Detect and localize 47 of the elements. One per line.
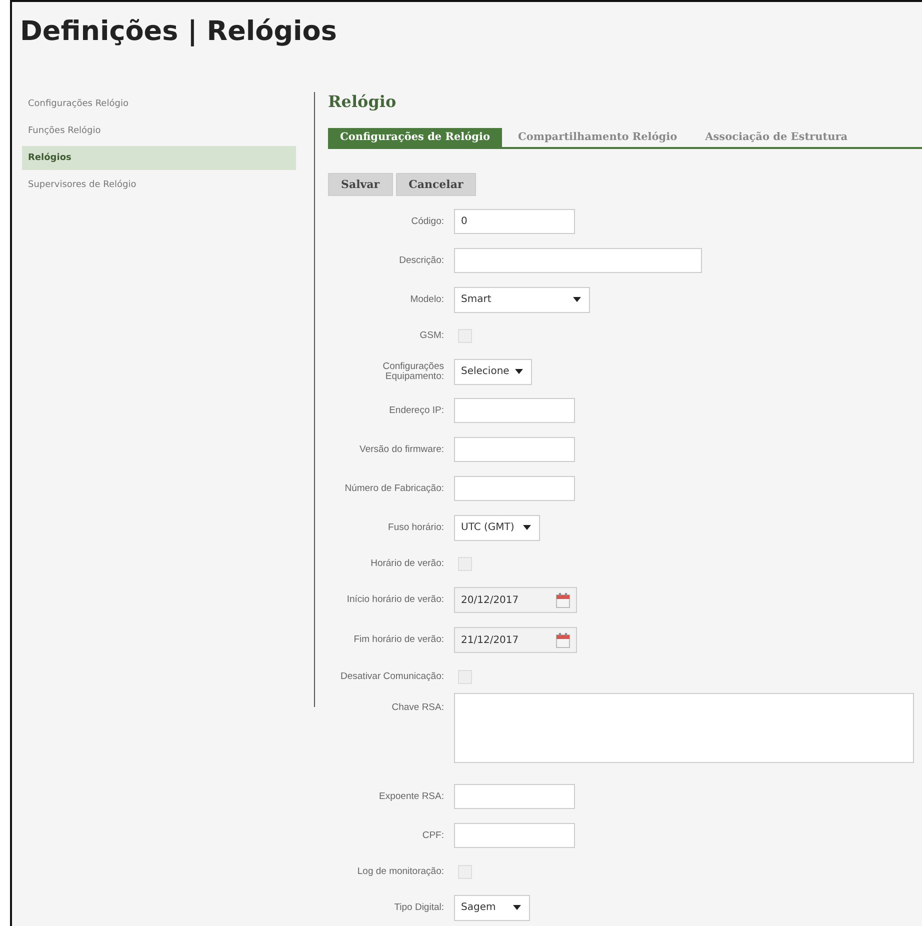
field-label: Tipo Digital: bbox=[393, 902, 444, 912]
field-label: Endereço IP: bbox=[388, 406, 444, 416]
text-field[interactable] bbox=[454, 476, 575, 501]
page-title: Definições | Relógios bbox=[19, 15, 338, 49]
cancel-button[interactable]: Cancelar bbox=[396, 173, 476, 196]
section-title: Relógio bbox=[328, 92, 398, 113]
field-label: Desativar Comunicação: bbox=[340, 672, 444, 682]
text-field[interactable] bbox=[454, 398, 575, 423]
text-field[interactable]: 0 bbox=[454, 209, 575, 234]
field-label: Log de monitoração: bbox=[356, 866, 444, 876]
field-label: Número de Fabricação: bbox=[344, 484, 444, 494]
field-label: Configurações Equipamento: bbox=[382, 362, 444, 382]
calendar-icon[interactable] bbox=[556, 632, 570, 648]
field-label: Fuso horário: bbox=[387, 522, 444, 532]
text-field[interactable] bbox=[454, 248, 702, 273]
field-label: Descrição: bbox=[398, 256, 444, 266]
text-area[interactable] bbox=[454, 693, 914, 763]
field-label: GSM: bbox=[418, 330, 444, 340]
field-label: Expoente RSA: bbox=[378, 792, 444, 802]
field-label: Fim horário de verão: bbox=[352, 635, 444, 645]
text-field[interactable] bbox=[454, 437, 575, 462]
dropdown[interactable]: Selecione bbox=[454, 358, 532, 384]
text-field[interactable] bbox=[454, 784, 575, 809]
dropdown[interactable]: UTC (GMT) bbox=[454, 514, 540, 540]
sidebar-item[interactable]: Funções Relógio bbox=[22, 119, 296, 143]
field-label: Código: bbox=[410, 216, 444, 226]
field-label: CPF: bbox=[421, 830, 444, 840]
dropdown[interactable]: Sagem bbox=[454, 894, 530, 920]
dropdown[interactable]: Smart bbox=[454, 286, 590, 312]
field-label: Chave RSA: bbox=[390, 703, 444, 713]
tab[interactable]: Configurações de Relógio bbox=[328, 128, 502, 147]
field-label: Horário de verão: bbox=[370, 558, 444, 568]
caret-icon bbox=[523, 525, 531, 530]
text-field[interactable] bbox=[454, 823, 575, 848]
caret-icon bbox=[513, 905, 521, 910]
save-button[interactable]: Salvar bbox=[328, 173, 393, 196]
date-field[interactable]: 20/12/2017 bbox=[454, 587, 577, 613]
date-field[interactable]: 21/12/2017 bbox=[454, 627, 577, 653]
calendar-icon[interactable] bbox=[556, 592, 570, 608]
caret-icon bbox=[573, 297, 581, 302]
sidebar-item[interactable]: Supervisores de Relógio bbox=[22, 173, 296, 197]
field-label: Modelo: bbox=[409, 294, 444, 304]
field-label: Início horário de verão: bbox=[346, 595, 444, 605]
field-label: Versão do firmware: bbox=[358, 444, 444, 454]
sidebar-item[interactable]: Configurações Relógio bbox=[22, 92, 296, 116]
sidebar-item[interactable]: Relógios bbox=[22, 146, 296, 170]
caret-icon bbox=[515, 369, 524, 374]
